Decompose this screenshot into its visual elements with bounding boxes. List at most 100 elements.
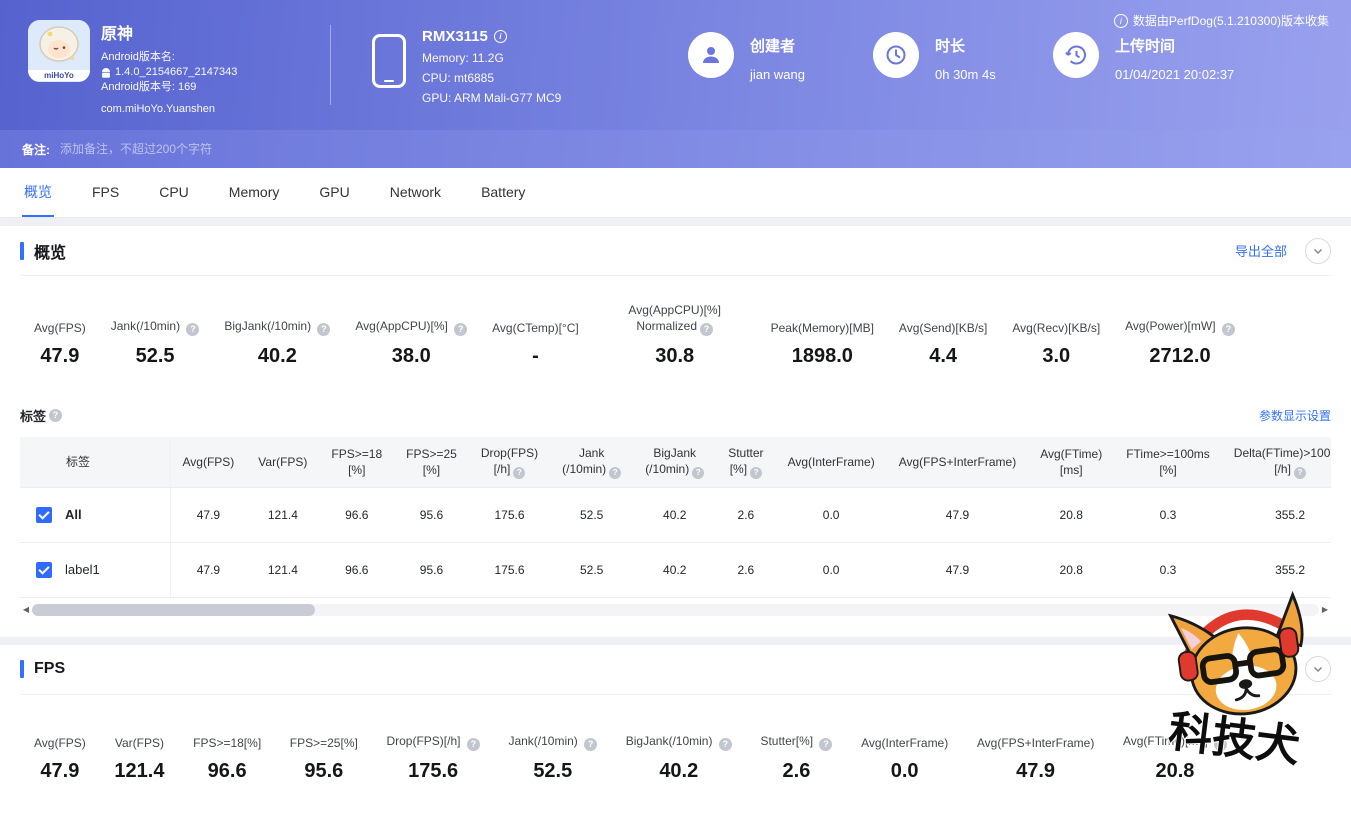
- fps-title: FPS: [34, 660, 66, 677]
- app-package: com.miHoYo.Yuanshen: [101, 103, 215, 115]
- section-accent-bar: [20, 241, 24, 260]
- metric: Avg(FPS+InterFrame) 47.9: [977, 719, 1094, 783]
- table-cell: 0.0: [775, 542, 887, 598]
- table-cell: 96.6: [319, 542, 395, 598]
- table-cell: 40.2: [633, 487, 717, 543]
- metric: FPS>=18[%] 96.6: [193, 719, 261, 783]
- help-icon[interactable]: ?: [466, 737, 480, 751]
- tab-overview[interactable]: 概览: [22, 168, 54, 217]
- duration-label: 时长: [935, 38, 966, 55]
- table-row: label1 47.9 121.4 96.6 95.6 175.6 52.5 4…: [20, 542, 1331, 598]
- help-icon[interactable]: ?: [49, 408, 63, 422]
- device-memory: Memory: 11.2G: [422, 51, 504, 65]
- creator-block: 创建者 jian wang: [688, 32, 805, 82]
- table-cell: 47.9: [886, 487, 1029, 543]
- help-icon[interactable]: ?: [454, 322, 468, 336]
- device-model-row: RMX3115 i: [422, 28, 561, 45]
- overview-title: 概览: [34, 244, 67, 262]
- table-column-header: Var(FPS): [246, 436, 320, 488]
- scroll-left-arrow-icon[interactable]: ◀: [20, 605, 32, 614]
- tab-fps[interactable]: FPS: [90, 168, 121, 217]
- metric-value: 96.6: [207, 759, 247, 782]
- scroll-right-arrow-icon[interactable]: ▶: [1319, 605, 1331, 614]
- table-cell: 0.0: [775, 487, 887, 543]
- scrollbar-track[interactable]: [32, 603, 1319, 616]
- tab-memory[interactable]: Memory: [227, 168, 282, 217]
- help-icon[interactable]: ?: [317, 322, 331, 336]
- metric-value: 0.0: [890, 759, 919, 782]
- param-display-settings-link[interactable]: 参数显示设置: [1259, 407, 1331, 424]
- creator-label: 创建者: [750, 38, 796, 55]
- help-icon[interactable]: ?: [513, 466, 526, 479]
- table-column-header: FTime>=100ms [%]: [1114, 436, 1222, 488]
- fps-section-head: FPS: [20, 645, 1331, 695]
- table-header-label-col: 标签: [20, 436, 171, 488]
- tab-bar: 概览 FPS CPU Memory GPU Network Battery: [0, 168, 1351, 218]
- metric-value: 4.4: [929, 344, 958, 367]
- creator-value: jian wang: [750, 67, 805, 82]
- export-all-link[interactable]: 导出全部: [1235, 241, 1287, 260]
- labels-table: 标签 Avg(FPS) Var(FPS) FPS>=18 [%] FPS>=25[…: [20, 436, 1331, 598]
- metric-label: FPS>=25[%]: [289, 735, 358, 750]
- overview-section-head: 概览 导出全部: [20, 226, 1331, 276]
- scrollbar-thumb[interactable]: [32, 603, 316, 616]
- table-cell: 52.5: [550, 542, 634, 598]
- help-icon[interactable]: ?: [819, 737, 833, 751]
- metric-value: 20.8: [1155, 759, 1195, 782]
- table-column-header: Avg(InterFrame): [775, 436, 887, 488]
- help-icon[interactable]: ?: [1221, 322, 1235, 336]
- upload-block: 上传时间 01/04/2021 20:02:37: [1053, 32, 1234, 82]
- info-icon: i: [1113, 13, 1128, 28]
- app-version-name: 1.4.0_2154667_2147343: [115, 66, 238, 78]
- help-icon[interactable]: ?: [1213, 737, 1227, 751]
- table-row-label-cell: label1: [20, 542, 171, 598]
- overview-metrics: Avg(FPS) 47.9 Jank(/10min) ? 52.5 BigJan…: [20, 276, 1331, 394]
- table-row: All 47.9 121.4 96.6 95.6 175.6 52.5 40.2…: [20, 487, 1331, 543]
- device-block: RMX3115 i Memory: 11.2G CPU: mt6885 GPU:…: [372, 28, 561, 105]
- metric: BigJank(/10min) ? 40.2: [224, 304, 331, 368]
- checkbox-all[interactable]: [36, 506, 52, 523]
- collect-note-text: 数据由PerfDog(5.1.210300)版本收集: [1132, 14, 1329, 28]
- metric-label: Jank(/10min) ?: [111, 318, 200, 336]
- duration-block: 时长 0h 30m 4s: [873, 32, 996, 82]
- metric: Avg(AppCPU)[%] Normalized? 30.8: [604, 302, 746, 368]
- help-icon[interactable]: ?: [700, 322, 714, 336]
- user-icon: [688, 32, 734, 78]
- metric-label: Avg(FPS+InterFrame): [976, 735, 1095, 750]
- table-cell: 47.9: [886, 542, 1029, 598]
- metric-value: 175.6: [408, 759, 459, 782]
- help-icon[interactable]: ?: [750, 466, 763, 479]
- help-icon[interactable]: ?: [186, 322, 200, 336]
- app-block: miHoYo 原神 Android版本名: 1.4.0_2154667_2147…: [28, 20, 237, 117]
- collapse-overview-button[interactable]: [1305, 237, 1331, 264]
- table-cell: 355.2: [1221, 487, 1331, 543]
- tab-network[interactable]: Network: [388, 168, 443, 217]
- device-cpu: CPU: mt6885: [422, 71, 495, 85]
- info-icon[interactable]: i: [493, 30, 507, 43]
- help-icon[interactable]: ?: [718, 737, 732, 751]
- metric: Avg(Power)[mW] ? 2712.0: [1125, 304, 1235, 368]
- metric-label: Avg(Power)[mW] ?: [1125, 318, 1235, 336]
- metric-value: 47.9: [40, 344, 80, 367]
- tab-cpu[interactable]: CPU: [157, 168, 191, 217]
- labels-head: 标签 ? 参数显示设置: [20, 406, 1331, 425]
- table-cell: 175.6: [468, 487, 551, 543]
- checkbox-label1[interactable]: [36, 561, 52, 578]
- metric: Jank(/10min) ? 52.5: [111, 304, 200, 368]
- chevron-down-icon: [1313, 248, 1323, 254]
- metric: Avg(FPS) 47.9: [34, 719, 86, 783]
- metric: BigJank(/10min) ? 40.2: [626, 719, 732, 783]
- tab-gpu[interactable]: GPU: [317, 168, 351, 217]
- remark-input[interactable]: [60, 142, 1329, 156]
- metric: Peak(Memory)[MB] 1898.0: [771, 304, 874, 368]
- device-model: RMX3115: [422, 28, 488, 45]
- tab-battery[interactable]: Battery: [479, 168, 527, 217]
- metric-label: Var(FPS): [114, 735, 165, 750]
- horizontal-scrollbar[interactable]: ◀ ▶: [20, 603, 1331, 617]
- table-cell: 2.6: [716, 487, 776, 543]
- collapse-fps-button[interactable]: [1305, 656, 1331, 682]
- help-icon[interactable]: ?: [609, 466, 622, 479]
- help-icon[interactable]: ?: [1293, 466, 1306, 479]
- help-icon[interactable]: ?: [692, 466, 705, 479]
- help-icon[interactable]: ?: [584, 737, 598, 751]
